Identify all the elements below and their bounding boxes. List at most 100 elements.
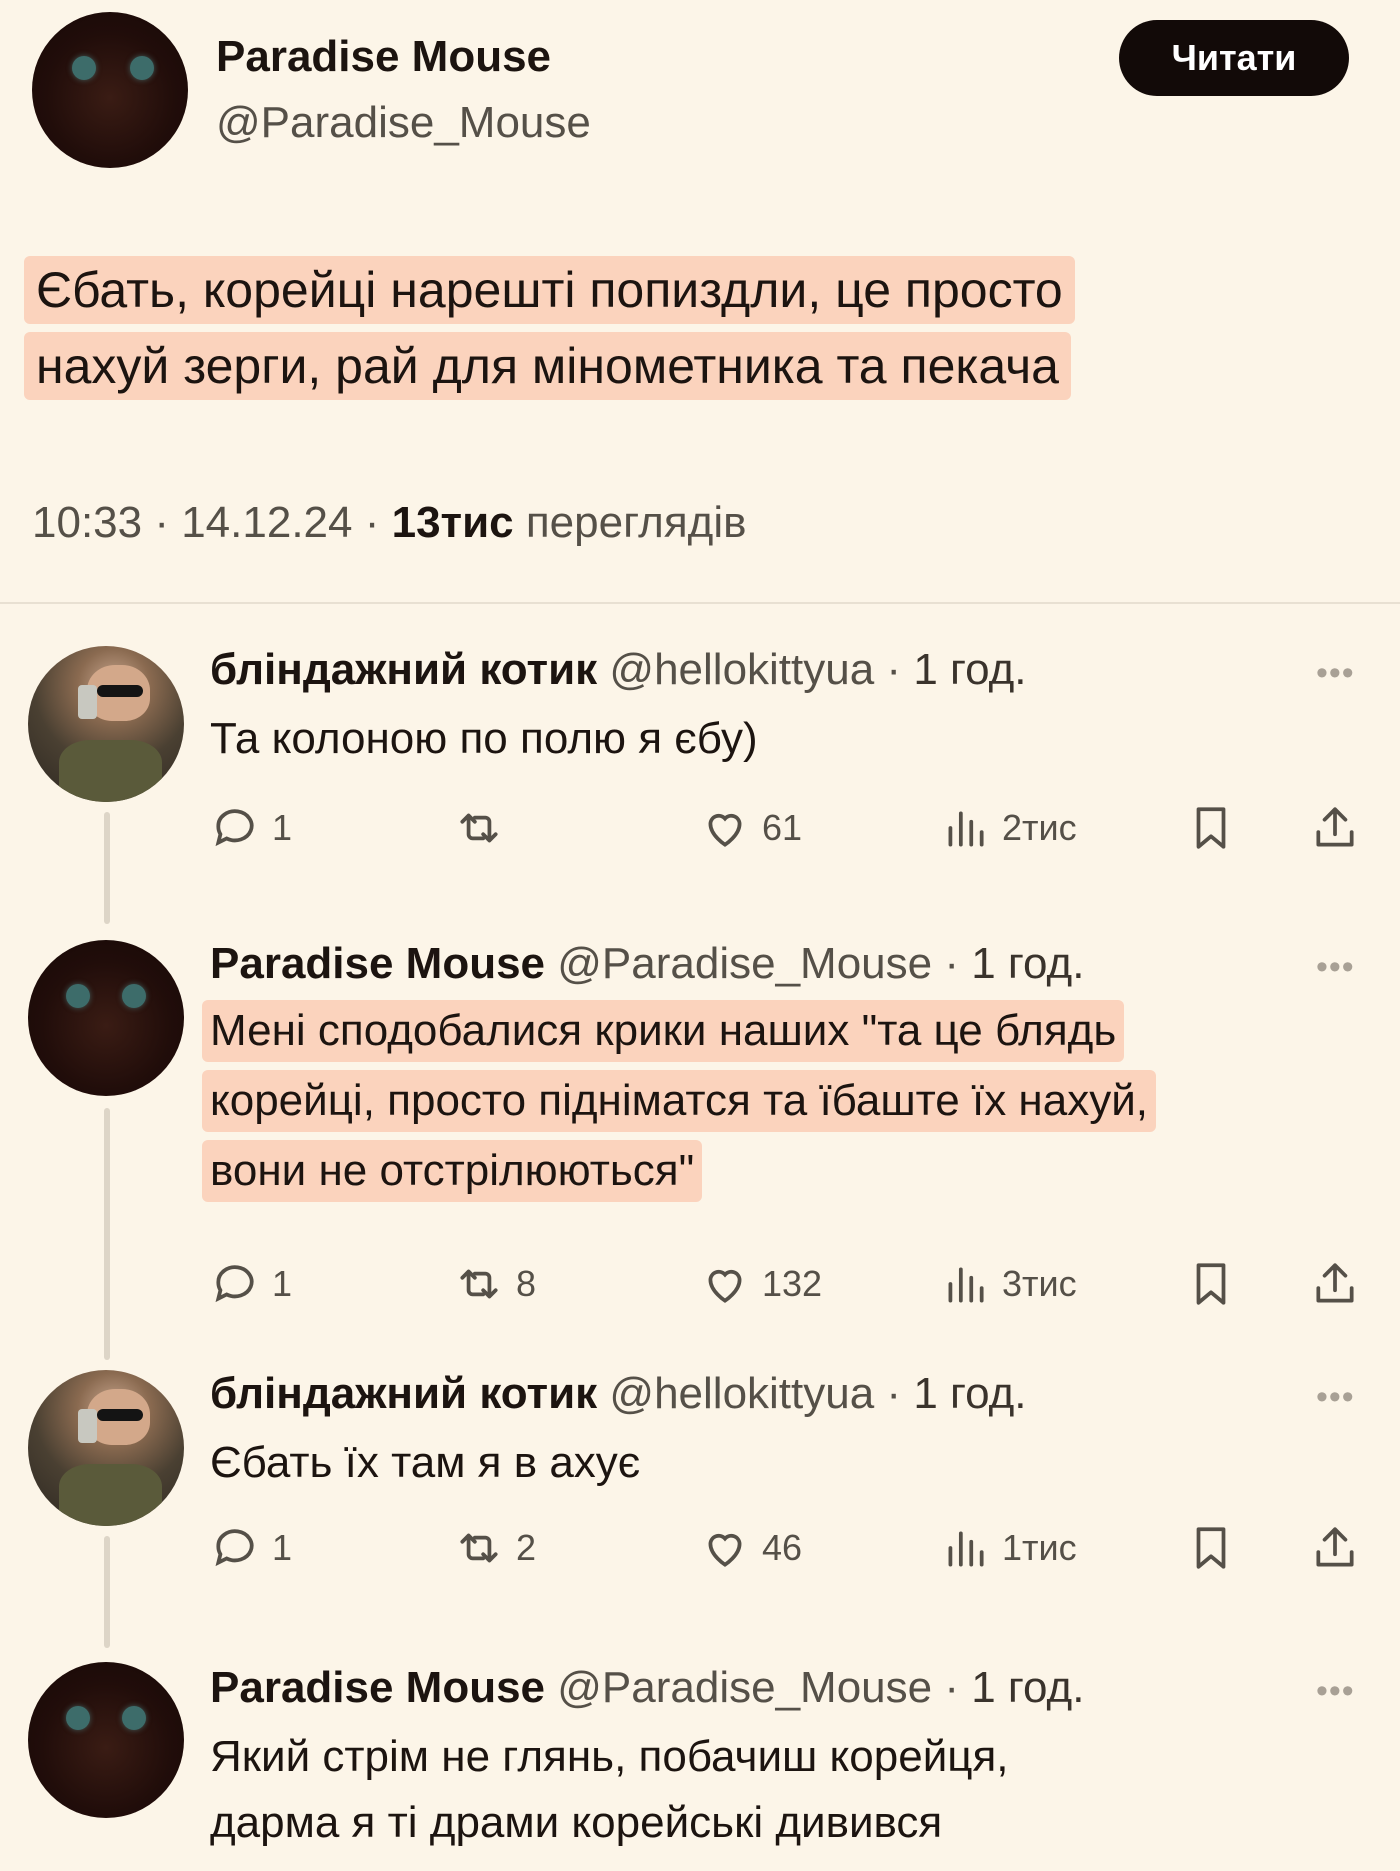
bookmark-button[interactable]: [1186, 798, 1248, 858]
avatar[interactable]: [28, 646, 184, 802]
reply-icon: [215, 809, 254, 847]
author-name[interactable]: бліндажний котик: [210, 645, 597, 694]
reply-button[interactable]: 1: [210, 1518, 292, 1578]
bookmark-button[interactable]: [1186, 1254, 1248, 1314]
reply-header: бліндажний котик @hellokittyua · 1 год.: [210, 1364, 1027, 1424]
follow-button[interactable]: Читати: [1119, 20, 1349, 96]
reply-text: Та колоною по полю я єбу): [210, 706, 758, 772]
reply-item[interactable]: бліндажний котик @hellokittyua · 1 год. …: [0, 640, 1400, 860]
author-handle[interactable]: @hellokittyua: [609, 645, 874, 694]
reply-item[interactable]: бліндажний котик @hellokittyua · 1 год. …: [0, 1364, 1400, 1584]
repost-icon: [460, 813, 498, 843]
reply-icon: [215, 1529, 254, 1567]
bookmark-icon: [1196, 1263, 1226, 1305]
author-handle[interactable]: @Paradise_Mouse: [557, 1663, 932, 1712]
dot-separator: ·: [874, 645, 914, 694]
more-icon[interactable]: •••: [1316, 948, 1355, 987]
bookmark-button[interactable]: [1186, 1518, 1248, 1578]
bookmark-icon: [1196, 1527, 1226, 1569]
dot-separator: ·: [874, 1369, 914, 1418]
reply-count: 1: [272, 1263, 293, 1304]
views-count: 1тис: [1002, 1527, 1077, 1568]
more-icon[interactable]: •••: [1316, 654, 1355, 693]
op-text-line: Єбать, корейці нарешті попиздли, це прос…: [24, 256, 1075, 324]
dot-separator: ·: [932, 939, 972, 988]
more-icon[interactable]: •••: [1316, 1378, 1355, 1417]
op-text-line: нахуй зерги, рай для мінометника та пека…: [24, 332, 1071, 400]
reply-header: Paradise Mouse @Paradise_Mouse · 1 год.: [210, 1658, 1084, 1718]
author-handle[interactable]: @hellokittyua: [609, 1369, 874, 1418]
views-count: 2тис: [1002, 807, 1077, 848]
share-icon: [1316, 1263, 1354, 1303]
reply-text-line: Який стрім не глянь, побачиш корейця,: [210, 1732, 1009, 1781]
reply-item[interactable]: Paradise Mouse @Paradise_Mouse · 1 год. …: [0, 1658, 1400, 1868]
reply-text-line: вони не отстрілюються": [202, 1140, 703, 1202]
repost-icon: [460, 1269, 498, 1299]
more-icon[interactable]: •••: [1316, 1672, 1355, 1711]
reply-text-line: Єбать їх там я в ахує: [210, 1438, 641, 1487]
like-count: 132: [762, 1263, 823, 1304]
avatar[interactable]: [28, 1662, 184, 1818]
reply-time[interactable]: 1 год.: [971, 939, 1084, 988]
action-bar: 1 8 132 3тис: [210, 1254, 1360, 1314]
reply-text-line: дарма я ті драми корейські дивився: [210, 1798, 943, 1847]
reply-time[interactable]: 1 год.: [913, 1369, 1026, 1418]
author-handle[interactable]: @Paradise_Mouse: [557, 939, 932, 988]
reply-text-line: корейці, просто піднiматся та їбаште їх …: [202, 1070, 1157, 1132]
avatar[interactable]: [28, 1370, 184, 1526]
reply-item[interactable]: Paradise Mouse @Paradise_Mouse · 1 год. …: [0, 934, 1400, 1305]
avatar[interactable]: [28, 940, 184, 1096]
repost-count: 2: [516, 1527, 537, 1568]
repost-button[interactable]: [454, 798, 516, 858]
op-timestamp[interactable]: 10:33 · 14.12.24 ·: [32, 498, 392, 547]
dot-separator: ·: [932, 1663, 972, 1712]
like-button[interactable]: 61: [700, 798, 802, 858]
reply-time[interactable]: 1 год.: [913, 645, 1026, 694]
divider: [0, 602, 1400, 604]
bookmark-icon: [1196, 807, 1226, 849]
repost-button[interactable]: 8: [454, 1254, 536, 1314]
author-name[interactable]: бліндажний котик: [210, 1369, 597, 1418]
views-button[interactable]: 1тис: [940, 1518, 1077, 1578]
reply-count: 1: [272, 807, 293, 848]
reply-text: Який стрім не глянь, побачиш корейця, да…: [210, 1724, 1009, 1856]
op-avatar[interactable]: [32, 12, 188, 168]
repost-count: 8: [516, 1263, 537, 1304]
reply-button[interactable]: 1: [210, 1254, 292, 1314]
share-button[interactable]: [1310, 798, 1372, 858]
like-icon: [708, 1269, 742, 1303]
like-icon: [708, 1533, 742, 1567]
repost-button[interactable]: 2: [454, 1518, 536, 1578]
views-icon: [948, 1267, 984, 1303]
reply-text-line: Мені сподобалися крики наших "та це бляд…: [202, 1000, 1125, 1062]
views-icon: [948, 1531, 984, 1567]
reply-button[interactable]: 1: [210, 798, 292, 858]
repost-icon: [460, 1533, 498, 1563]
op-author-name[interactable]: Paradise Mouse: [216, 32, 551, 82]
views-count: 3тис: [1002, 1263, 1077, 1304]
reply-text: Мені сподобалися крики наших "та це бляд…: [202, 998, 1157, 1208]
op-meta: 10:33 · 14.12.24 · 13тис переглядів: [32, 498, 746, 548]
like-count: 46: [762, 1527, 803, 1568]
share-icon: [1316, 1527, 1354, 1567]
reply-header: Paradise Mouse @Paradise_Mouse · 1 год.: [210, 934, 1084, 994]
action-bar: 1 61 2тис: [210, 798, 1360, 858]
reply-icon: [215, 1265, 254, 1303]
views-button[interactable]: 2тис: [940, 798, 1077, 858]
reply-time[interactable]: 1 год.: [971, 1663, 1084, 1712]
share-button[interactable]: [1310, 1518, 1372, 1578]
share-button[interactable]: [1310, 1254, 1372, 1314]
author-name[interactable]: Paradise Mouse: [210, 939, 545, 988]
reply-count: 1: [272, 1527, 293, 1568]
like-icon: [708, 813, 742, 847]
like-button[interactable]: 46: [700, 1518, 802, 1578]
reply-text: Єбать їх там я в ахує: [210, 1430, 640, 1496]
views-icon: [948, 811, 984, 847]
share-icon: [1316, 807, 1354, 847]
reply-header: бліндажний котик @hellokittyua · 1 год.: [210, 640, 1027, 700]
op-author-handle[interactable]: @Paradise_Mouse: [216, 98, 591, 148]
reply-text-line: Та колоною по полю я єбу): [210, 714, 758, 763]
like-button[interactable]: 132: [700, 1254, 822, 1314]
author-name[interactable]: Paradise Mouse: [210, 1663, 545, 1712]
views-button[interactable]: 3тис: [940, 1254, 1077, 1314]
